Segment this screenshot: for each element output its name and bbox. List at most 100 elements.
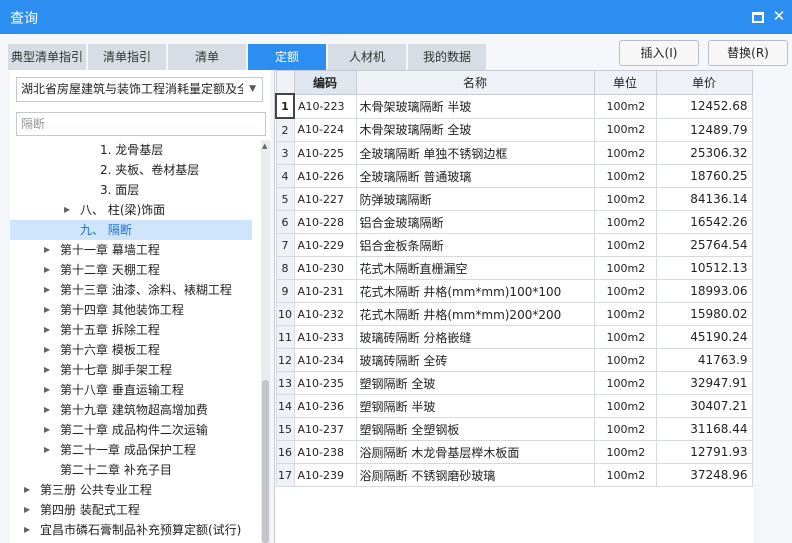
tree-item[interactable]: ▶ 第十七章 脚手架工程 <box>10 360 252 380</box>
tree-item[interactable]: 3. 面层 <box>10 180 252 200</box>
expand-icon[interactable]: ▶ <box>44 440 50 460</box>
quota-library-select[interactable]: 湖北省房屋建筑与装饰工程消耗量定额及全费用基价表(2018) ▼ <box>16 77 263 102</box>
cell-name: 铝合金玻璃隔断 <box>355 210 595 234</box>
tree-item-label: 第二十章 成品构件二次运输 <box>60 423 208 437</box>
cell-name: 木骨架玻璃隔断 全玻 <box>355 117 595 142</box>
insert-button[interactable]: 插入(I) <box>619 40 699 66</box>
table-row[interactable]: 4 A10-226 全玻璃隔断 普通玻璃 100m2 18760.25 <box>275 164 753 188</box>
title-bar: 查询 ✕ <box>0 0 792 34</box>
close-icon[interactable]: ✕ <box>772 9 786 24</box>
grid-empty-area <box>753 70 792 543</box>
expand-icon[interactable]: ▶ <box>44 300 50 320</box>
tab-typical-list-guide[interactable]: 典型清单指引 <box>8 44 86 70</box>
table-row[interactable]: 16 A10-238 浴厕隔断 木龙骨基层榉木板面 100m2 12791.93 <box>275 440 753 464</box>
table-row[interactable]: 7 A10-229 铝合金板条隔断 100m2 25764.54 <box>275 233 753 257</box>
tree-item-label: 第十七章 脚手架工程 <box>60 363 172 377</box>
row-number: 14 <box>275 394 295 418</box>
expand-icon[interactable]: ▶ <box>44 380 50 400</box>
cell-code: A10-237 <box>293 417 357 441</box>
table-row[interactable]: 13 A10-235 塑钢隔断 全玻 100m2 32947.91 <box>275 371 753 395</box>
cell-name: 全玻璃隔断 单独不锈钢边框 <box>355 141 595 165</box>
table-row[interactable]: 3 A10-225 全玻璃隔断 单独不锈钢边框 100m2 25306.32 <box>275 141 753 165</box>
tree-item[interactable]: ▶ 第十三章 油漆、涂料、裱糊工程 <box>10 280 252 300</box>
cell-price: 16542.26 <box>655 210 753 234</box>
table-row[interactable]: 11 A10-233 玻璃砖隔断 分格嵌缝 100m2 45190.24 <box>275 325 753 349</box>
tab-my-data[interactable]: 我的数据 <box>408 44 486 70</box>
tree-item[interactable]: ▶ 第四册 装配式工程 <box>10 500 252 520</box>
search-input[interactable]: 隔断 <box>16 112 266 136</box>
column-header-price[interactable]: 单价 <box>655 70 753 95</box>
tree-item-label: 3. 面层 <box>100 183 140 197</box>
tree-item-label: 1. 龙骨基层 <box>100 143 164 157</box>
tree-item[interactable]: ▶ 第十二章 天棚工程 <box>10 260 252 280</box>
table-row[interactable]: 10 A10-232 花式木隔断 井格(mm*mm)200*200 100m2 1598… <box>275 302 753 326</box>
table-row[interactable]: 17 A10-239 浴厕隔断 不锈钢磨砂玻璃 100m2 37248.96 <box>275 463 753 487</box>
chapter-tree: 1. 龙骨基层 2. 夹板、卷材基层 3. 面层 ▶ 八、 柱(梁)饰面 九、 … <box>10 140 260 543</box>
cell-name: 玻璃砖隔断 分格嵌缝 <box>355 325 595 349</box>
table-row[interactable]: 12 A10-234 玻璃砖隔断 全砖 100m2 41763.9 <box>275 348 753 372</box>
table-row[interactable]: 8 A10-230 花式木隔断直栅漏空 100m2 10512.13 <box>275 256 753 280</box>
table-row[interactable]: 14 A10-236 塑钢隔断 半玻 100m2 30407.21 <box>275 394 753 418</box>
scroll-up-icon[interactable]: ▲ <box>262 142 267 150</box>
cell-price: 10512.13 <box>655 256 753 280</box>
tree-item[interactable]: ▶ 第十五章 拆除工程 <box>10 320 252 340</box>
expand-icon[interactable]: ▶ <box>64 200 70 220</box>
cell-price: 25764.54 <box>655 233 753 257</box>
scrollbar-thumb[interactable] <box>262 380 269 543</box>
maximize-icon[interactable] <box>750 9 764 23</box>
tree-item[interactable]: ▶ 第二十章 成品构件二次运输 <box>10 420 252 440</box>
table-row[interactable]: 6 A10-228 铝合金玻璃隔断 100m2 16542.26 <box>275 210 753 234</box>
tab-list-guide[interactable]: 清单指引 <box>88 44 166 70</box>
expand-icon[interactable]: ▶ <box>44 400 50 420</box>
expand-icon[interactable]: ▶ <box>44 320 50 340</box>
tree-item[interactable]: 1. 龙骨基层 <box>10 140 252 160</box>
tab-list[interactable]: 清单 <box>168 44 246 70</box>
expand-icon[interactable]: ▶ <box>44 280 50 300</box>
expand-icon[interactable]: ▶ <box>44 360 50 380</box>
tree-item[interactable]: ▶ 第十六章 模板工程 <box>10 340 252 360</box>
expand-icon[interactable]: ▶ <box>44 340 50 360</box>
tree-item-label: 宜昌市磷石膏制品补充预算定额(试行) <box>40 523 242 537</box>
cell-name: 塑钢隔断 全玻 <box>355 371 595 395</box>
expand-icon[interactable]: ▶ <box>24 500 30 520</box>
quota-grid: 编码 名称 单位 单价 1 A10-223 木骨架玻璃隔断 半玻 100m2 12452… <box>274 70 753 543</box>
cell-unit: 100m2 <box>593 348 657 372</box>
cell-price: 12791.93 <box>655 440 753 464</box>
table-row[interactable]: 5 A10-227 防弹玻璃隔断 100m2 84136.14 <box>275 187 753 211</box>
tree-item[interactable]: ▶ 第三册 公共专业工程 <box>10 480 252 500</box>
tree-item[interactable]: ▶ 第十八章 垂直运输工程 <box>10 380 252 400</box>
tree-item-selected[interactable]: 九、 隔断 <box>10 220 252 240</box>
column-header-name[interactable]: 名称 <box>355 70 595 95</box>
cell-code: A10-235 <box>293 371 357 395</box>
tree-item[interactable]: ▶ 第十四章 其他装饰工程 <box>10 300 252 320</box>
tree-scrollbar[interactable]: ▲ <box>261 140 270 543</box>
tree-item[interactable]: ▶ 八、 柱(梁)饰面 <box>10 200 252 220</box>
column-header-code[interactable]: 编码 <box>293 70 357 95</box>
cell-name: 塑钢隔断 全塑钢板 <box>355 417 595 441</box>
expand-icon[interactable]: ▶ <box>44 260 50 280</box>
expand-icon[interactable]: ▶ <box>44 240 50 260</box>
tree-item[interactable]: ▶ 第二十一章 成品保护工程 <box>10 440 252 460</box>
cell-price: 37248.96 <box>655 463 753 487</box>
tree-item[interactable]: 第二十二章 补充子目 <box>10 460 252 480</box>
expand-icon[interactable]: ▶ <box>44 420 50 440</box>
tree-item[interactable]: ▶ 第十一章 幕墙工程 <box>10 240 252 260</box>
table-row[interactable]: 1 A10-223 木骨架玻璃隔断 半玻 100m2 12452.68 <box>275 93 753 119</box>
cell-price: 31168.44 <box>655 417 753 441</box>
replace-button[interactable]: 替换(R) <box>708 40 788 66</box>
expand-icon[interactable]: ▶ <box>24 520 30 540</box>
chevron-down-icon[interactable]: ▼ <box>249 78 256 101</box>
tree-item[interactable]: ▶ 第十九章 建筑物超高增加费 <box>10 400 252 420</box>
tree-item[interactable]: ▶ 宜昌市磷石膏制品补充预算定额(试行) <box>10 520 252 540</box>
column-header-unit[interactable]: 单位 <box>593 70 657 95</box>
expand-icon[interactable]: ▶ <box>24 480 30 500</box>
table-row[interactable]: 15 A10-237 塑钢隔断 全塑钢板 100m2 31168.44 <box>275 417 753 441</box>
table-row[interactable]: 9 A10-231 花式木隔断 井格(mm*mm)100*100 100m2 18993… <box>275 279 753 303</box>
tab-labor-material-machine[interactable]: 人材机 <box>328 44 406 70</box>
cell-code: A10-228 <box>293 210 357 234</box>
tree-item[interactable]: 2. 夹板、卷材基层 <box>10 160 252 180</box>
cell-code: A10-227 <box>293 187 357 211</box>
tab-quota[interactable]: 定额 <box>248 44 326 70</box>
table-row[interactable]: 2 A10-224 木骨架玻璃隔断 全玻 100m2 12489.79 <box>275 117 753 142</box>
tree-item-label: 第二十二章 补充子目 <box>60 463 172 477</box>
